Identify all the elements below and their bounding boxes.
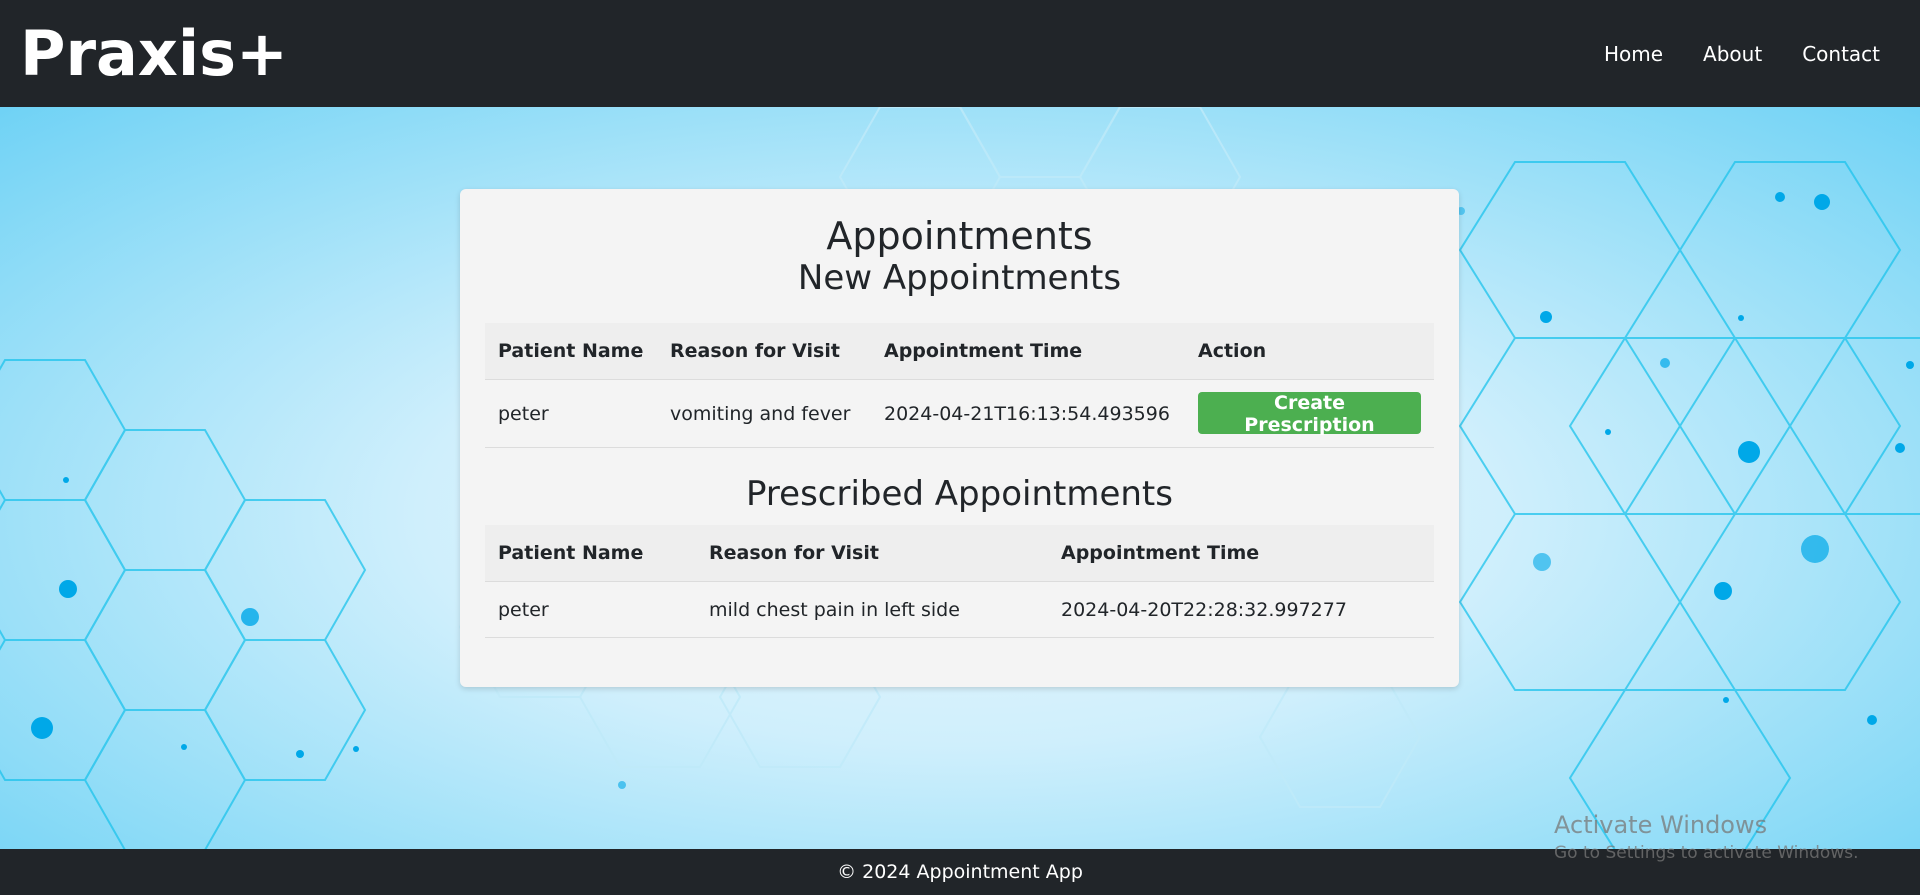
appointment-time-cell: 2024-04-20T22:28:32.997277 — [1048, 581, 1434, 638]
table-header-row: Patient Name Reason for Visit Appointmen… — [485, 323, 1434, 380]
reason-cell: vomiting and fever — [657, 379, 871, 448]
nav-home-link[interactable]: Home — [1584, 42, 1683, 66]
new-appointments-table: Patient Name Reason for Visit Appointmen… — [485, 323, 1434, 448]
column-header-reason: Reason for Visit — [696, 525, 1048, 582]
nav-contact-link[interactable]: Contact — [1782, 42, 1900, 66]
brand-logo[interactable]: Praxis+ — [20, 17, 288, 90]
column-header-patient: Patient Name — [485, 323, 657, 380]
watermark-subtitle: Go to Settings to activate Windows. — [1554, 843, 1859, 863]
activate-windows-watermark: Activate Windows Go to Settings to activ… — [1554, 811, 1859, 863]
column-header-time: Appointment Time — [871, 323, 1185, 380]
navbar: Praxis+ Home About Contact — [0, 0, 1920, 107]
action-cell: Create Prescription — [1185, 379, 1434, 448]
page-title: Appointments — [826, 214, 1093, 258]
create-prescription-button[interactable]: Create Prescription — [1198, 391, 1421, 436]
prescribed-appointments-table: Patient Name Reason for Visit Appointmen… — [485, 525, 1434, 638]
prescribed-appointments-title: Prescribed Appointments — [746, 474, 1173, 514]
appointments-card: Appointments New Appointments Patient Na… — [460, 189, 1459, 687]
appointment-time-cell: 2024-04-21T16:13:54.493596 — [871, 379, 1185, 448]
table-row: peter mild chest pain in left side 2024-… — [485, 581, 1434, 638]
nav-links: Home About Contact — [1584, 42, 1900, 66]
column-header-patient: Patient Name — [485, 525, 696, 582]
watermark-title: Activate Windows — [1554, 811, 1768, 839]
reason-cell: mild chest pain in left side — [696, 581, 1048, 638]
patient-name-cell: peter — [485, 581, 696, 638]
nav-about-link[interactable]: About — [1683, 42, 1782, 66]
table-row: peter vomiting and fever 2024-04-21T16:1… — [485, 379, 1434, 448]
new-appointments-title: New Appointments — [797, 258, 1122, 298]
column-header-reason: Reason for Visit — [657, 323, 871, 380]
table-header-row: Patient Name Reason for Visit Appointmen… — [485, 525, 1434, 582]
patient-name-cell: peter — [485, 379, 657, 448]
column-header-time: Appointment Time — [1048, 525, 1434, 582]
column-header-action: Action — [1185, 323, 1434, 380]
